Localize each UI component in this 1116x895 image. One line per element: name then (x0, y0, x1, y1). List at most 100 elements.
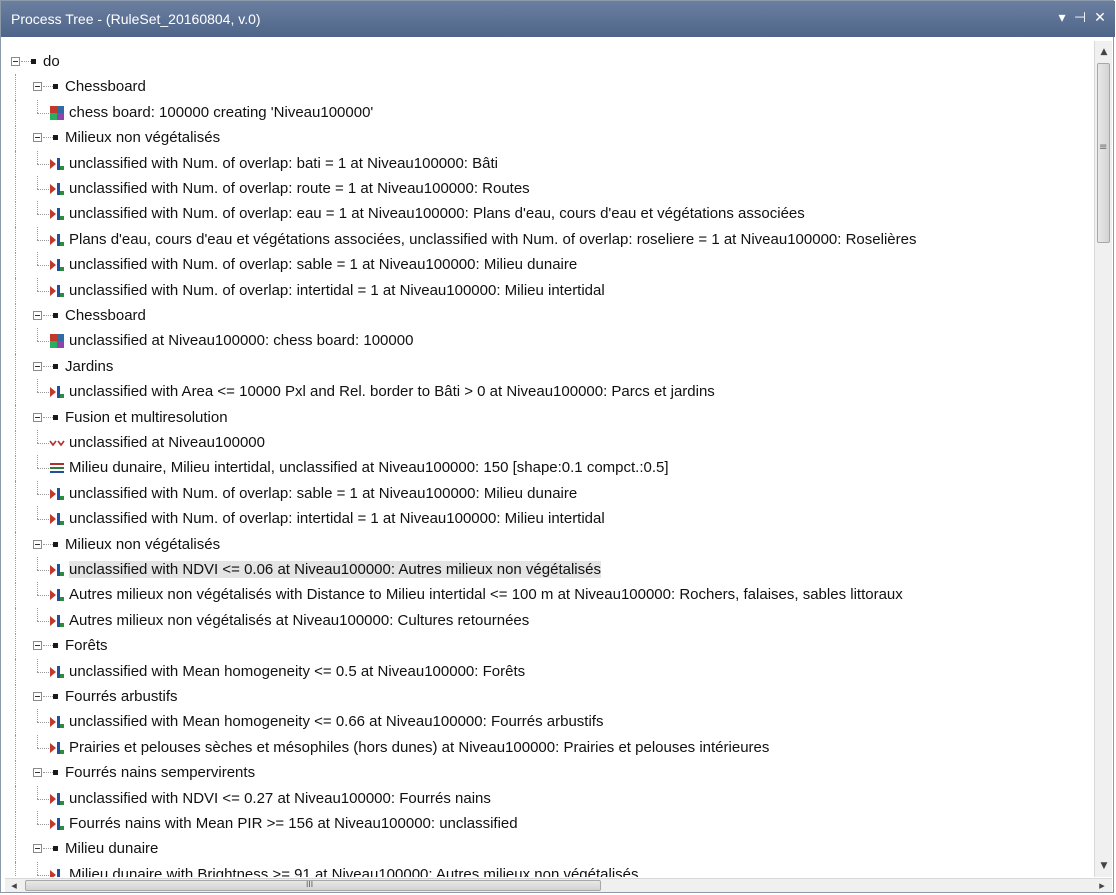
tree-node-process[interactable]: unclassified with Num. of overlap: sable… (5, 480, 1093, 507)
tree-node-label: unclassified with Num. of overlap: eau =… (69, 205, 805, 223)
vertical-scrollbar[interactable]: ▲ ≡ ▼ (1094, 41, 1112, 877)
tree-node-group[interactable]: Chessboard (5, 303, 1093, 329)
scroll-right-arrow-icon[interactable]: ▸ (1093, 879, 1111, 892)
tree-node-process[interactable]: unclassified with Num. of overlap: sable… (5, 252, 1093, 279)
tree-node-label: unclassified with Mean homogeneity <= 0.… (69, 713, 604, 731)
tree-node-process[interactable]: Autres milieux non végétalisés at Niveau… (5, 607, 1093, 634)
collapse-toggle-icon[interactable] (33, 361, 42, 371)
tree-node-group[interactable]: do (5, 49, 1093, 74)
tree-node-process[interactable]: unclassified with Num. of overlap: route… (5, 176, 1093, 202)
sequence-bullet-icon (31, 59, 36, 64)
tree-node-process[interactable]: Prairies et pelouses sèches et mésophile… (5, 734, 1093, 761)
collapse-toggle-icon[interactable] (33, 133, 42, 143)
collapse-toggle-icon[interactable] (33, 311, 42, 320)
tree-node-group[interactable]: Fusion et multiresolution (5, 404, 1093, 431)
tree-connector (37, 290, 49, 292)
tree-view[interactable]: do Chessboard chess board: 100000 creating… (5, 41, 1093, 877)
tree-connector (15, 557, 16, 583)
grip-icon: ≡ (1099, 142, 1108, 153)
tree-node-process[interactable]: unclassified with Num. of overlap: inter… (5, 277, 1093, 304)
tree-connector (15, 353, 16, 380)
collapse-toggle-icon[interactable] (33, 768, 42, 778)
tree-connector (15, 734, 16, 761)
assign-class-icon (49, 206, 65, 222)
tree-node-label: unclassified with Area <= 10000 Pxl and … (69, 383, 715, 401)
tree-connector (43, 645, 53, 647)
tree-connector (37, 430, 38, 443)
tree-node-group[interactable]: Milieux non végétalisés (5, 125, 1093, 152)
scroll-left-arrow-icon[interactable]: ◂ (5, 879, 23, 892)
tree-node-group[interactable]: Jardins (5, 353, 1093, 380)
title-bar[interactable]: Process Tree - (RuleSet_20160804, v.0) ▾… (1, 1, 1115, 37)
assign-class-icon (49, 714, 65, 730)
tree-node-process[interactable]: Autres milieux non végétalisés with Dist… (5, 582, 1093, 609)
tree-node-process[interactable]: unclassified at Niveau100000 (5, 430, 1093, 456)
tree-connector (15, 684, 16, 710)
tree-connector (37, 824, 49, 825)
tree-node-group[interactable]: Forêts (5, 633, 1093, 660)
collapse-toggle-icon[interactable] (33, 82, 42, 92)
assign-class-icon (49, 587, 65, 603)
close-icon[interactable]: ✕ (1091, 9, 1109, 27)
collapse-toggle-icon[interactable] (11, 57, 20, 66)
tree-node-process[interactable]: unclassified with Mean homogeneity <= 0.… (5, 658, 1093, 685)
chessboard-icon (49, 105, 65, 121)
tree-connector (37, 557, 38, 570)
tree-connector (15, 455, 16, 482)
tree-node-label: do (43, 53, 60, 70)
assign-class-icon (49, 562, 65, 578)
tree-node-label: Chessboard (65, 78, 146, 96)
pin-icon[interactable]: ⊣ (1071, 9, 1089, 27)
horizontal-scrollbar[interactable]: ◂ III ▸ (5, 878, 1112, 892)
tree-node-process[interactable]: unclassified with Area <= 10000 Pxl and … (5, 379, 1093, 406)
tree-node-label: unclassified with Mean homogeneity <= 0.… (69, 662, 526, 680)
tree-node-process[interactable]: Plans d'eau, cours d'eau et végétations … (5, 226, 1093, 253)
sequence-bullet-icon (53, 363, 58, 369)
tree-node-process[interactable]: unclassified with Num. of overlap: eau =… (5, 201, 1093, 228)
tree-connector (37, 239, 49, 241)
tree-node-process[interactable]: Fourrés nains with Mean PIR >= 156 at Ni… (5, 811, 1093, 837)
window-menu-dropdown-icon[interactable]: ▾ (1053, 9, 1071, 27)
tree-node-process[interactable]: unclassified with Num. of overlap: inter… (5, 506, 1093, 533)
tree-node-process[interactable]: unclassified with Mean homogeneity <= 0.… (5, 709, 1093, 736)
tree-node-process[interactable]: unclassified with NDVI <= 0.27 at Niveau… (5, 785, 1093, 812)
collapse-toggle-icon[interactable] (33, 844, 42, 854)
tree-node-process[interactable]: unclassified with Num. of overlap: bati … (5, 150, 1093, 177)
assign-class-icon (49, 181, 65, 197)
tree-connector (37, 112, 49, 114)
tree-connector (37, 595, 49, 597)
tree-node-label: Milieu dunaire (65, 840, 159, 858)
tree-connector (43, 416, 53, 418)
sequence-bullet-icon (53, 846, 58, 852)
sequence-bullet-icon (53, 643, 58, 649)
tree-node-group[interactable]: Chessboard (5, 74, 1093, 101)
tree-connector (43, 848, 53, 850)
tree-node-process[interactable]: Milieu dunaire, Milieu intertidal, uncla… (5, 455, 1093, 482)
collapse-toggle-icon[interactable] (33, 412, 42, 422)
tree-connector (15, 836, 16, 863)
tree-node-group[interactable]: Fourrés nains sempervirents (5, 760, 1093, 787)
sequence-bullet-icon (53, 84, 58, 90)
tree-node-group[interactable]: Fourrés arbustifs (5, 684, 1093, 710)
collapse-toggle-icon[interactable] (33, 539, 42, 549)
tree-connector (37, 443, 49, 444)
collapse-toggle-icon[interactable] (33, 692, 42, 701)
tree-node-process[interactable]: chess board: 100000 creating 'Niveau1000… (5, 99, 1093, 126)
tree-connector (37, 861, 38, 875)
collapse-toggle-icon[interactable] (33, 641, 42, 651)
tree-node-label: unclassified with Num. of overlap: sable… (69, 256, 578, 274)
vertical-scroll-thumb[interactable]: ≡ (1097, 63, 1110, 243)
tree-connector (37, 392, 49, 394)
tree-node-process[interactable]: unclassified with NDVI <= 0.06 at Niveau… (5, 557, 1093, 583)
tree-node-process[interactable]: Milieu dunaire with Brightness >= 91 at … (5, 861, 1093, 877)
tree-connector (43, 86, 53, 88)
tree-node-process[interactable]: unclassified at Niveau100000: chess boar… (5, 328, 1093, 355)
tree-connector (15, 252, 16, 279)
scroll-up-arrow-icon[interactable]: ▲ (1095, 47, 1113, 57)
tree-node-group[interactable]: Milieux non végétalisés (5, 531, 1093, 558)
tree-node-label: Prairies et pelouses sèches et mésophile… (69, 738, 770, 756)
horizontal-scroll-thumb[interactable]: III (25, 880, 601, 891)
tree-node-group[interactable]: Milieu dunaire (5, 836, 1093, 863)
assign-class-icon (49, 740, 65, 756)
scroll-down-arrow-icon[interactable]: ▼ (1095, 861, 1113, 871)
